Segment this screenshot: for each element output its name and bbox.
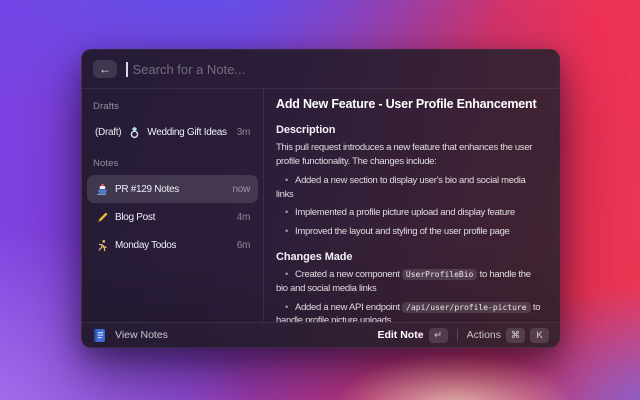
- app-label: View Notes: [115, 329, 168, 341]
- note-item-title: Monday Todos: [115, 240, 231, 251]
- actions-label: Actions: [467, 329, 501, 341]
- draft-prefix: (Draft): [95, 127, 121, 138]
- keycap: ⌘: [506, 328, 525, 343]
- note-item-title: Blog Post: [115, 212, 231, 223]
- note-item-time: now: [233, 184, 250, 195]
- pencil-icon: [95, 210, 109, 224]
- paragraph: This pull request introduces a new featu…: [276, 141, 544, 169]
- note-item-time: 4m: [237, 212, 250, 223]
- runner-icon: [95, 238, 109, 252]
- keycap: K: [530, 328, 549, 343]
- bullet-dot: •: [276, 226, 295, 237]
- inline-code: UserProfileBio: [402, 269, 477, 280]
- bullet-item: •Added a new API endpoint /api/user/prof…: [276, 301, 544, 322]
- note-preview-pane[interactable]: Add New Feature - User Profile Enhanceme…: [264, 89, 559, 322]
- section-heading: Description: [276, 123, 544, 137]
- note-list-sidebar: Drafts (Draft) Wedding Gift Ideas 3m Notes PR…: [82, 89, 264, 322]
- bullet-item: •Added a new section to display user's b…: [276, 174, 544, 202]
- note-item-title: Wedding Gift Ideas: [147, 127, 230, 138]
- keycap: ↵: [429, 328, 448, 343]
- actions-button[interactable]: Actions ⌘ K: [467, 328, 549, 343]
- bullet-dot: •: [276, 175, 295, 186]
- edit-note-button[interactable]: Edit Note ↵: [377, 328, 447, 343]
- notebook-icon: [92, 328, 107, 343]
- back-button[interactable]: ←: [93, 60, 117, 78]
- arrow-left-icon: ←: [99, 63, 111, 75]
- footer-bar: View Notes Edit Note ↵ Actions ⌘ K: [82, 322, 559, 347]
- inline-code: /api/user/profile-picture: [402, 302, 530, 313]
- notes-window: ← Drafts (Draft) Wedding Gift Ideas 3m Notes…: [81, 49, 560, 348]
- bullet-dot: •: [276, 269, 295, 280]
- section-heading: Changes Made: [276, 250, 544, 264]
- sidebar-section-label: Drafts: [93, 101, 252, 112]
- bullet-item: •Improved the layout and styling of the …: [276, 225, 544, 239]
- desktop-background: ← Drafts (Draft) Wedding Gift Ideas 3m Notes…: [0, 0, 640, 400]
- note-preview-body: Description This pull request introduces …: [276, 123, 544, 322]
- sidebar-item-monday-todos[interactable]: Monday Todos 6m: [87, 231, 258, 259]
- search-input[interactable]: [133, 62, 549, 77]
- footer-hints: Edit Note ↵ Actions ⌘ K: [377, 328, 549, 343]
- text-cursor: [126, 62, 128, 77]
- note-title: Add New Feature - User Profile Enhanceme…: [276, 97, 544, 112]
- sidebar-item-blog-post[interactable]: Blog Post 4m: [87, 203, 258, 231]
- sidebar-item-pr-129-notes[interactable]: PR #129 Notes now: [87, 175, 258, 203]
- bullet-dot: •: [276, 207, 295, 218]
- edit-note-label: Edit Note: [377, 329, 423, 341]
- sidebar-section-label: Notes: [93, 158, 252, 169]
- ship-icon: [95, 182, 109, 196]
- search-header: ←: [82, 50, 559, 89]
- note-item-time: 6m: [237, 240, 250, 251]
- app-chip[interactable]: View Notes: [92, 328, 168, 343]
- bullet-item: •Implemented a profile picture upload an…: [276, 206, 544, 220]
- note-item-time: 3m: [237, 127, 250, 138]
- note-item-title: PR #129 Notes: [115, 184, 227, 195]
- sidebar-item-draft-wedding-gift-ideas[interactable]: (Draft) Wedding Gift Ideas 3m: [87, 118, 258, 146]
- ring-icon: [127, 125, 141, 139]
- hint-divider: [457, 329, 458, 341]
- bullet-dot: •: [276, 302, 295, 313]
- bullet-item: •Created a new component UserProfileBio …: [276, 268, 544, 296]
